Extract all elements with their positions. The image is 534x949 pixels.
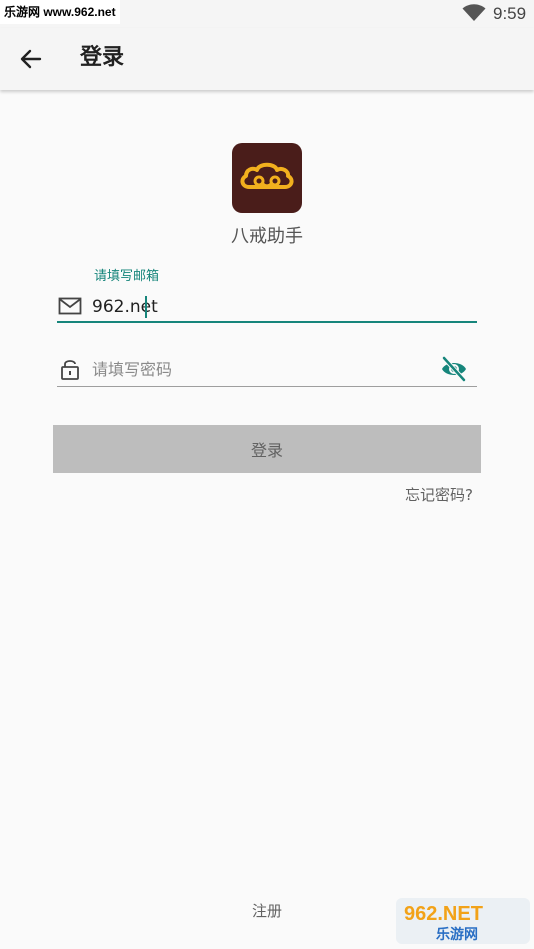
badge-text-bottom: 乐游网 [436, 926, 478, 943]
forgot-password-link[interactable]: 忘记密码? [405, 484, 473, 506]
mail-icon [58, 297, 82, 315]
eye-off-icon [442, 356, 466, 382]
status-watermark: 乐游网 www.962.net [0, 0, 120, 24]
arrow-left-icon [20, 49, 42, 69]
wifi-icon [462, 4, 486, 21]
text-caret [145, 296, 147, 318]
cloud-logo-icon [240, 162, 294, 189]
login-screen: 乐游网 www.962.net 9:59 登录 八戒助手 请填写邮箱 962.n… [0, 0, 534, 949]
email-label: 请填写邮箱 [94, 269, 160, 284]
back-button[interactable] [14, 43, 50, 75]
app-bar: 登录 [0, 28, 534, 90]
email-underline [57, 321, 477, 323]
email-input[interactable] [92, 293, 472, 321]
password-input[interactable] [92, 355, 422, 383]
badge-text-top: 962.NET [404, 903, 483, 925]
app-logo [232, 143, 302, 213]
corner-watermark-badge: 962.NET 乐游网 [396, 898, 530, 944]
password-visibility-toggle[interactable] [440, 356, 468, 382]
page-title: 登录 [80, 45, 125, 70]
password-underline [57, 386, 477, 387]
status-bar: 乐游网 www.962.net 9:59 [0, 0, 534, 28]
lock-icon [61, 360, 79, 380]
login-button[interactable]: 登录 [53, 425, 481, 473]
app-name: 八戒助手 [231, 226, 303, 247]
status-clock: 9:59 [493, 4, 527, 23]
